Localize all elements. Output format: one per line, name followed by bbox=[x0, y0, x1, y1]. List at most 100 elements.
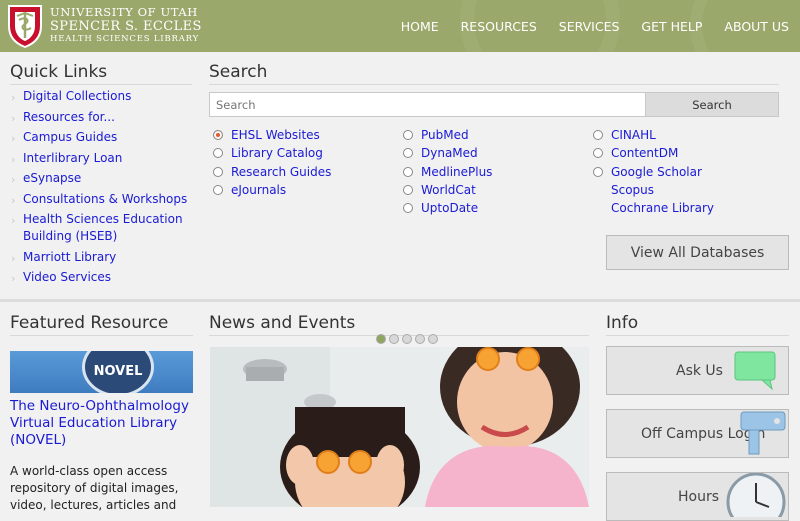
scope-label[interactable]: EHSL Websites bbox=[231, 126, 320, 144]
scope-option[interactable]: Google Scholar bbox=[589, 163, 779, 181]
hours-label: Hours bbox=[678, 488, 720, 505]
scope-option[interactable]: PubMed bbox=[399, 126, 589, 144]
logo-line-university: UNIVERSITY OF UTAH bbox=[50, 5, 198, 19]
quick-link[interactable]: Campus Guides bbox=[23, 130, 117, 144]
info-title: Info bbox=[606, 313, 789, 336]
slide-dot[interactable] bbox=[402, 334, 412, 344]
radio-icon[interactable] bbox=[213, 166, 223, 177]
site-header: UNIVERSITY OF UTAH SPENCER S. ECCLES HEA… bbox=[0, 0, 800, 52]
slide-dot[interactable] bbox=[428, 334, 438, 344]
chevron-right-icon: › bbox=[11, 91, 16, 104]
nav-resources[interactable]: RESOURCES bbox=[450, 19, 548, 34]
featured-resource-link[interactable]: The Neuro-Ophthalmology Virtual Educatio… bbox=[10, 398, 189, 448]
ask-us-button[interactable]: Ask Us bbox=[606, 346, 789, 395]
logo-line-library: HEALTH SCIENCES LIBRARY bbox=[50, 33, 199, 44]
scope-label[interactable]: Library Catalog bbox=[231, 144, 323, 162]
radio-icon[interactable] bbox=[403, 203, 413, 214]
chevron-right-icon: › bbox=[11, 152, 16, 166]
list-item: › eSynapse bbox=[10, 170, 192, 187]
quick-link[interactable]: Resources for... bbox=[23, 110, 115, 124]
list-item: › Campus Guides bbox=[10, 129, 192, 146]
radio-icon[interactable] bbox=[403, 166, 413, 177]
radio-icon[interactable] bbox=[593, 148, 603, 159]
scope-label[interactable]: PubMed bbox=[421, 126, 469, 144]
featured-resource-panel: Featured Resource NOVEL The Neuro-Ophtha… bbox=[10, 313, 193, 514]
slide-dot[interactable] bbox=[376, 334, 386, 344]
info-panel: Info bbox=[606, 313, 789, 336]
scope-label[interactable]: CINAHL bbox=[611, 126, 656, 144]
slideshow-pager bbox=[376, 334, 441, 344]
search-panel: Search Search EHSL Websites Library Cata… bbox=[209, 62, 779, 217]
scope-option[interactable]: MedlinePlus bbox=[399, 163, 589, 181]
scope-label[interactable]: Google Scholar bbox=[611, 163, 702, 181]
scope-label[interactable]: WorldCat bbox=[421, 181, 476, 199]
search-scope-options: EHSL Websites Library Catalog Research G… bbox=[209, 126, 779, 217]
database-link[interactable]: Cochrane Library bbox=[611, 199, 714, 217]
quick-link[interactable]: Consultations & Workshops bbox=[23, 192, 187, 206]
nav-get-help[interactable]: GET HELP bbox=[630, 19, 713, 34]
chevron-right-icon: › bbox=[11, 132, 16, 145]
scope-option[interactable]: Library Catalog bbox=[209, 144, 399, 162]
novel-badge-label: NOVEL bbox=[93, 364, 143, 379]
quick-link[interactable]: Marriott Library bbox=[23, 250, 116, 264]
scope-label[interactable]: UptoDate bbox=[421, 199, 478, 217]
radio-icon[interactable] bbox=[593, 130, 603, 141]
list-item: › Interlibrary Loan bbox=[10, 150, 192, 167]
scope-option[interactable]: ContentDM bbox=[589, 144, 779, 162]
search-title: Search bbox=[209, 62, 779, 85]
section-divider bbox=[0, 299, 800, 302]
scope-option[interactable]: EHSL Websites bbox=[209, 126, 399, 144]
university-logo-icon[interactable] bbox=[6, 4, 44, 48]
radio-icon[interactable] bbox=[213, 148, 223, 159]
news-events-panel: News and Events bbox=[209, 313, 589, 336]
radio-icon[interactable] bbox=[213, 185, 223, 196]
list-item: › Consultations & Workshops bbox=[10, 191, 192, 208]
scope-option[interactable]: WorldCat bbox=[399, 181, 589, 199]
scope-option[interactable]: DynaMed bbox=[399, 144, 589, 162]
database-link[interactable]: Scopus bbox=[611, 181, 654, 199]
quick-links-list: › Digital Collections › Resources for... ›… bbox=[10, 88, 192, 286]
quick-link[interactable]: Video Services bbox=[23, 270, 111, 284]
news-slide-image[interactable] bbox=[210, 347, 589, 507]
quick-link[interactable]: Health Sciences Education Building (HSEB… bbox=[23, 212, 183, 243]
scope-option[interactable]: CINAHL bbox=[589, 126, 779, 144]
nav-services[interactable]: SERVICES bbox=[548, 19, 631, 34]
radio-icon[interactable] bbox=[593, 166, 603, 177]
radio-icon[interactable] bbox=[403, 148, 413, 159]
quick-link[interactable]: eSynapse bbox=[23, 171, 81, 185]
scope-column: EHSL Websites Library Catalog Research G… bbox=[209, 126, 399, 217]
radio-icon[interactable] bbox=[403, 130, 413, 141]
chevron-right-icon: › bbox=[11, 173, 16, 186]
list-item: › Marriott Library bbox=[10, 249, 192, 266]
nav-about-us[interactable]: ABOUT US bbox=[713, 19, 800, 34]
slide-dot[interactable] bbox=[415, 334, 425, 344]
scope-label[interactable]: ContentDM bbox=[611, 144, 678, 162]
featured-resource-banner[interactable]: NOVEL bbox=[10, 351, 193, 393]
radio-selected-icon[interactable] bbox=[213, 130, 223, 141]
scope-label[interactable]: DynaMed bbox=[421, 144, 478, 162]
logo-line-eccles: SPENCER S. ECCLES bbox=[50, 18, 202, 34]
chevron-right-icon: › bbox=[11, 193, 16, 207]
database-link-item: Scopus bbox=[589, 181, 779, 199]
novel-badge-icon: NOVEL bbox=[82, 351, 154, 393]
view-all-databases-button[interactable]: View All Databases bbox=[606, 235, 789, 270]
scope-label[interactable]: MedlinePlus bbox=[421, 163, 492, 181]
hours-button[interactable]: Hours bbox=[606, 472, 789, 521]
scope-label[interactable]: eJournals bbox=[231, 181, 286, 199]
slide-dot[interactable] bbox=[389, 334, 399, 344]
main-nav: HOME RESOURCES SERVICES GET HELP ABOUT U… bbox=[390, 0, 800, 52]
featured-resource-title: Featured Resource bbox=[10, 313, 193, 336]
quick-link[interactable]: Interlibrary Loan bbox=[23, 151, 122, 165]
search-input[interactable] bbox=[209, 92, 646, 117]
nav-home[interactable]: HOME bbox=[390, 19, 450, 34]
search-button[interactable]: Search bbox=[646, 92, 779, 117]
scope-label[interactable]: Research Guides bbox=[231, 163, 331, 181]
scope-option[interactable]: eJournals bbox=[209, 181, 399, 199]
quick-link[interactable]: Digital Collections bbox=[23, 89, 131, 103]
radio-icon[interactable] bbox=[403, 185, 413, 196]
off-campus-login-button[interactable]: Off Campus Login bbox=[606, 409, 789, 458]
library-name[interactable]: UNIVERSITY OF UTAH SPENCER S. ECCLES HEA… bbox=[50, 5, 202, 44]
scope-option[interactable]: UptoDate bbox=[399, 199, 589, 217]
scope-option[interactable]: Research Guides bbox=[209, 163, 399, 181]
scope-column: PubMed DynaMed MedlinePlus WorldCat Upto… bbox=[399, 126, 589, 217]
